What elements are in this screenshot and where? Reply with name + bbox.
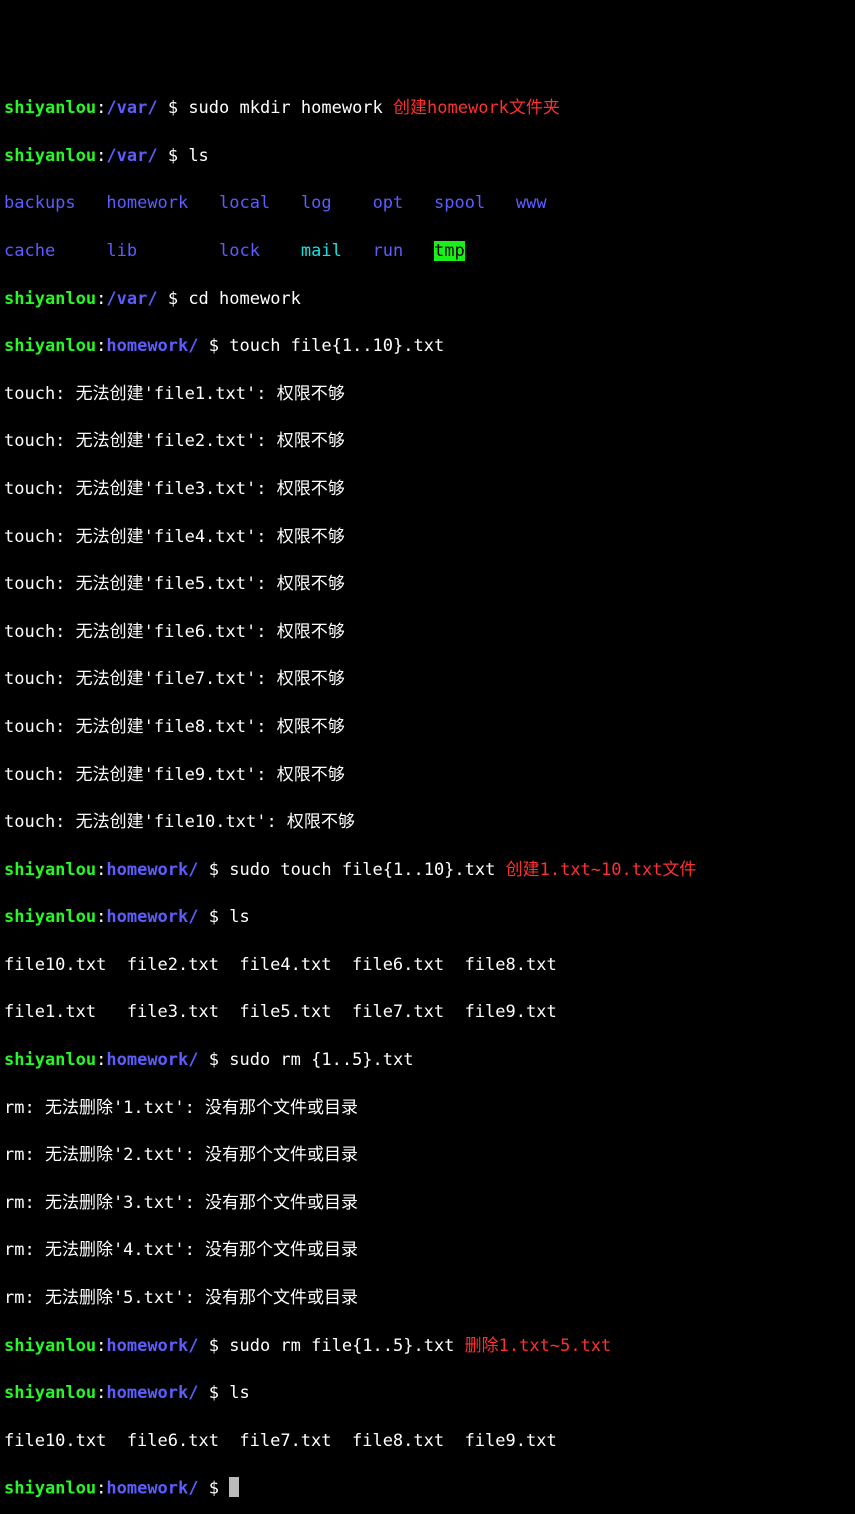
error-output: touch: 无法创建'file2.txt': 权限不够 <box>4 430 851 454</box>
error-output: touch: 无法创建'file10.txt': 权限不够 <box>4 811 851 835</box>
prompt-line[interactable]: shiyanlou:homework/ $ sudo touch file{1.… <box>4 859 851 883</box>
ls-output: cache lib lock mail run tmp <box>4 240 851 264</box>
prompt-symbol: $ <box>209 907 219 927</box>
prompt-symbol: $ <box>209 1383 219 1403</box>
prompt-path: homework/ <box>106 336 198 356</box>
error-output: touch: 无法创建'file7.txt': 权限不够 <box>4 668 851 692</box>
prompt-line[interactable]: shiyanlou:homework/ $ ls <box>4 906 851 930</box>
prompt-symbol: $ <box>168 98 178 118</box>
error-output: touch: 无法创建'file5.txt': 权限不够 <box>4 573 851 597</box>
command: sudo rm file{1..5}.txt <box>229 1336 454 1356</box>
prompt-line[interactable]: shiyanlou:homework/ $ sudo rm {1..5}.txt <box>4 1049 851 1073</box>
prompt-line[interactable]: shiyanlou:homework/ $ sudo rm file{1..5}… <box>4 1335 851 1359</box>
ls-output: file10.txt file6.txt file7.txt file8.txt… <box>4 1430 851 1454</box>
ls-output: file10.txt file2.txt file4.txt file6.txt… <box>4 954 851 978</box>
prompt-symbol: $ <box>168 146 178 166</box>
command: sudo rm {1..5}.txt <box>229 1050 413 1070</box>
command: sudo touch file{1..10}.txt <box>229 860 495 880</box>
ls-output: file1.txt file3.txt file5.txt file7.txt … <box>4 1001 851 1025</box>
prompt-symbol: $ <box>209 1050 219 1070</box>
prompt-path: /var/ <box>106 146 157 166</box>
prompt-path: homework/ <box>106 1479 198 1499</box>
prompt-user: shiyanlou <box>4 907 96 927</box>
cursor-icon <box>229 1477 239 1497</box>
error-output: rm: 无法删除'3.txt': 没有那个文件或目录 <box>4 1192 851 1216</box>
prompt-symbol: $ <box>209 1479 219 1499</box>
prompt-user: shiyanlou <box>4 1479 96 1499</box>
prompt-user: shiyanlou <box>4 98 96 118</box>
annotation: 创建homework文件夹 <box>383 98 560 118</box>
error-output: touch: 无法创建'file9.txt': 权限不够 <box>4 764 851 788</box>
prompt-user: shiyanlou <box>4 146 96 166</box>
prompt-user: shiyanlou <box>4 1383 96 1403</box>
error-output: rm: 无法删除'5.txt': 没有那个文件或目录 <box>4 1287 851 1311</box>
error-output: touch: 无法创建'file4.txt': 权限不够 <box>4 526 851 550</box>
prompt-line[interactable]: shiyanlou:homework/ $ <box>4 1477 851 1501</box>
prompt-path: /var/ <box>106 289 157 309</box>
prompt-user: shiyanlou <box>4 289 96 309</box>
prompt-line[interactable]: shiyanlou:/var/ $ cd homework <box>4 288 851 312</box>
prompt-path: homework/ <box>106 907 198 927</box>
command: sudo mkdir homework <box>188 98 382 118</box>
error-output: rm: 无法删除'4.txt': 没有那个文件或目录 <box>4 1239 851 1263</box>
prompt-path: homework/ <box>106 1336 198 1356</box>
prompt-line[interactable]: shiyanlou:/var/ $ sudo mkdir homework 创建… <box>4 97 851 121</box>
highlighted-dir: tmp <box>434 241 465 261</box>
prompt-line[interactable]: shiyanlou:homework/ $ ls <box>4 1382 851 1406</box>
prompt-symbol: $ <box>209 1336 219 1356</box>
annotation: 创建1.txt~10.txt文件 <box>495 860 696 880</box>
prompt-symbol: $ <box>168 289 178 309</box>
prompt-line[interactable]: shiyanlou:homework/ $ touch file{1..10}.… <box>4 335 851 359</box>
prompt-path: homework/ <box>106 1050 198 1070</box>
prompt-path: homework/ <box>106 1383 198 1403</box>
error-output: touch: 无法创建'file6.txt': 权限不够 <box>4 621 851 645</box>
error-output: rm: 无法删除'1.txt': 没有那个文件或目录 <box>4 1097 851 1121</box>
prompt-user: shiyanlou <box>4 1050 96 1070</box>
error-output: touch: 无法创建'file8.txt': 权限不够 <box>4 716 851 740</box>
annotation: 删除1.txt~5.txt <box>454 1336 611 1356</box>
error-output: rm: 无法删除'2.txt': 没有那个文件或目录 <box>4 1144 851 1168</box>
prompt-symbol: $ <box>209 336 219 356</box>
error-output: touch: 无法创建'file3.txt': 权限不够 <box>4 478 851 502</box>
command: ls <box>229 907 249 927</box>
prompt-symbol: $ <box>209 860 219 880</box>
prompt-user: shiyanlou <box>4 860 96 880</box>
prompt-line[interactable]: shiyanlou:/var/ $ ls <box>4 145 851 169</box>
command: touch file{1..10}.txt <box>229 336 444 356</box>
command: ls <box>188 146 208 166</box>
prompt-path: homework/ <box>106 860 198 880</box>
prompt-path: /var/ <box>106 98 157 118</box>
prompt-user: shiyanlou <box>4 1336 96 1356</box>
error-output: touch: 无法创建'file1.txt': 权限不够 <box>4 383 851 407</box>
ls-output: backups homework local log opt spool www <box>4 192 851 216</box>
command: ls <box>229 1383 249 1403</box>
prompt-user: shiyanlou <box>4 336 96 356</box>
command: cd homework <box>188 289 301 309</box>
